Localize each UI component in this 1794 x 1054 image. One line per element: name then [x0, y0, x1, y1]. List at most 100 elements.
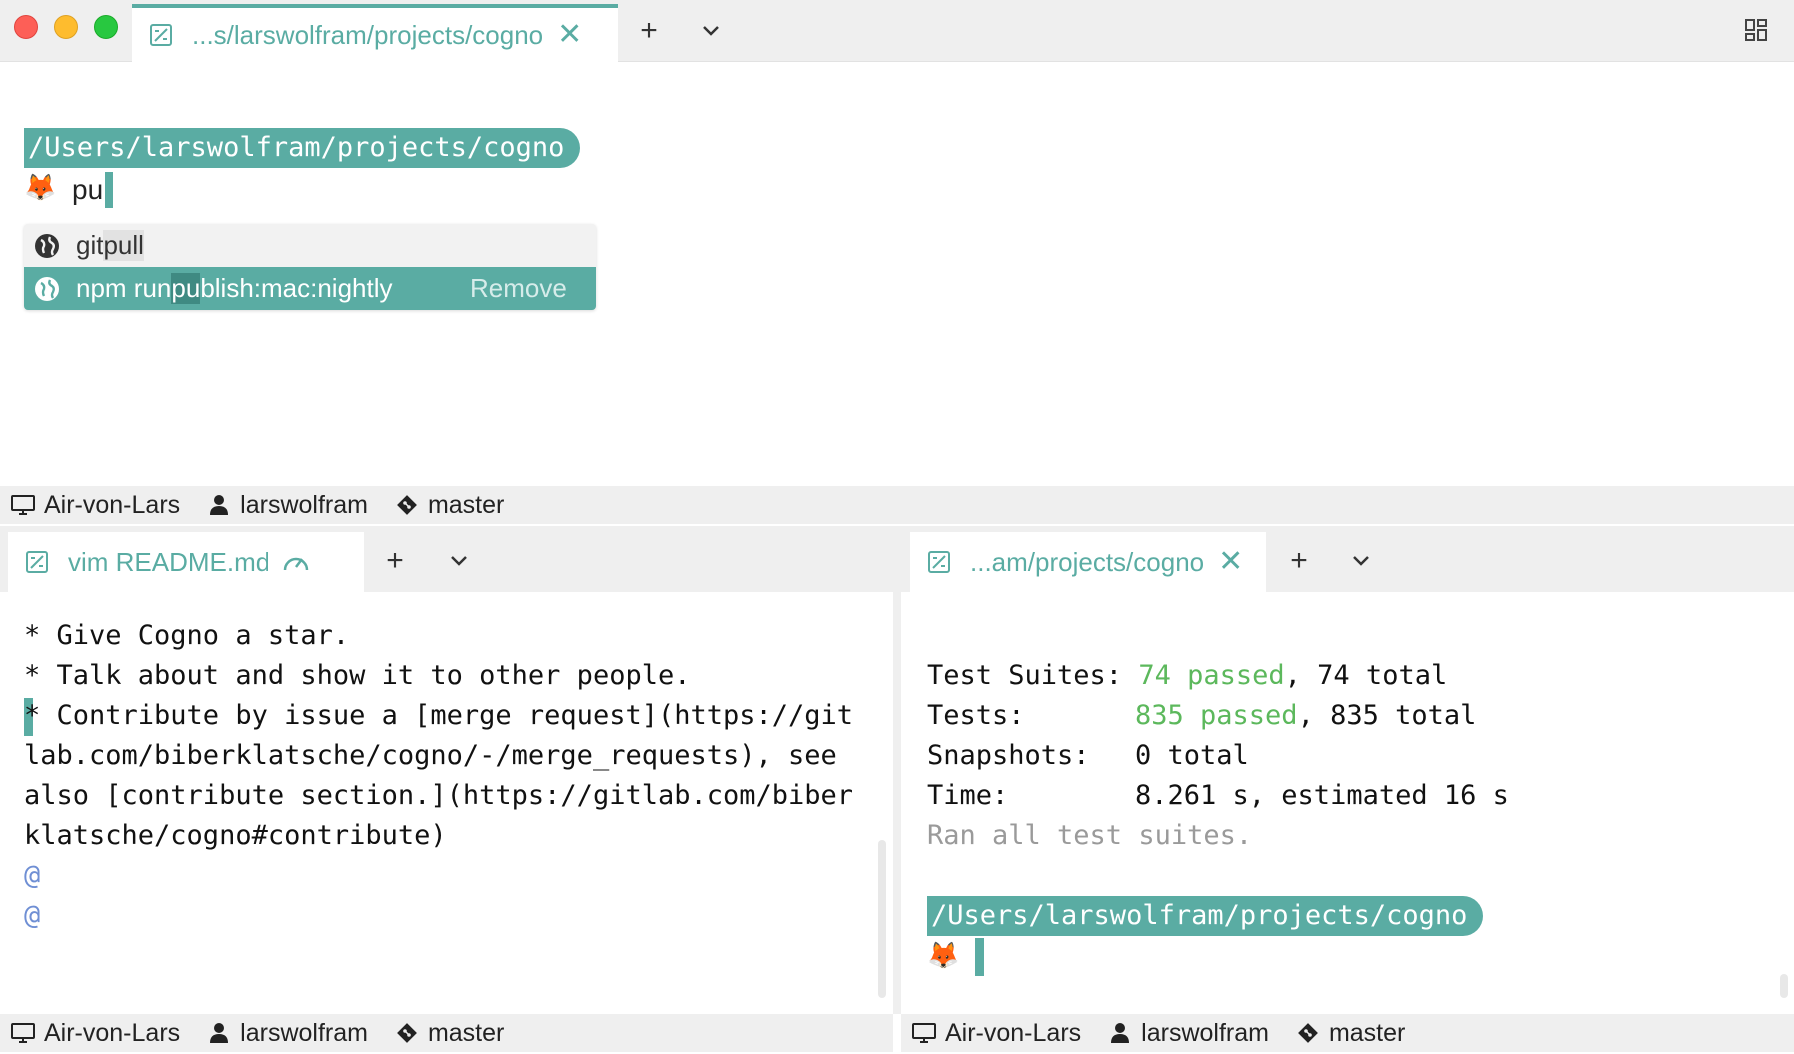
monitor-icon	[911, 1020, 937, 1046]
vim-line: * Contribute by issue a [merge request](…	[24, 700, 854, 731]
speedometer-icon	[282, 550, 310, 574]
autocomplete-list: git pu ll npm run pu blish:mac:nightly R…	[24, 224, 596, 310]
chevron-down-icon	[703, 26, 719, 36]
tab-close-icon[interactable]: ✕	[557, 20, 582, 50]
left-pane-scrollbar[interactable]	[878, 840, 886, 998]
user-label: larswolfram	[1141, 1018, 1269, 1047]
suggestion-suffix: ll	[132, 230, 144, 261]
zoom-window-button[interactable]	[94, 15, 118, 39]
grid-icon	[1745, 19, 1767, 41]
terminal-tab-icon	[926, 549, 952, 575]
autocomplete-item[interactable]: git pu ll	[24, 224, 596, 267]
add-tab-button[interactable]: +	[634, 16, 664, 46]
command-input[interactable]: pu	[72, 172, 114, 208]
prompt-emoji: 🦊	[24, 172, 57, 202]
tab-close-icon[interactable]: ✕	[1218, 547, 1243, 577]
status-user: larswolfram	[206, 491, 368, 520]
autocomplete-item-selected[interactable]: npm run pu blish:mac:nightly Remove	[24, 267, 596, 310]
status-host: Air-von-Lars	[911, 1019, 1081, 1048]
globe-icon	[32, 274, 62, 304]
label: Test Suites:	[927, 660, 1123, 691]
close-window-button[interactable]	[14, 15, 38, 39]
git-branch-icon	[394, 1020, 420, 1046]
pane-divider[interactable]	[893, 528, 901, 1014]
minimize-window-button[interactable]	[54, 15, 78, 39]
prompt-emoji: 🦊	[927, 940, 960, 970]
add-tab-button[interactable]: +	[380, 546, 410, 576]
tab-label: vim README.md [c...	[68, 546, 268, 577]
add-tab-button[interactable]: +	[1284, 546, 1314, 576]
host-label: Air-von-Lars	[44, 490, 181, 519]
suggestion-match: pu	[171, 273, 201, 304]
prompt-path: /Users/larswolfram/projects/cogno	[24, 128, 581, 168]
status-bar-right: Air-von-Lars larswolfram master	[901, 1014, 1794, 1052]
status-branch: master	[394, 491, 504, 520]
tab-label: ...s/larswolfram/projects/cogno	[192, 19, 544, 50]
time-line: Time: 8.261 s, estimated 16 s	[927, 780, 1509, 811]
chevron-down-icon	[1353, 556, 1369, 566]
terminal-window: ...s/larswolfram/projects/cogno ✕ + /Use…	[0, 0, 1794, 1054]
tests-line: Tests: 835 passed, 835 total	[927, 700, 1476, 731]
vim-line: * Give Cogno a star.	[24, 620, 350, 651]
cursor	[105, 172, 114, 208]
git-branch-icon	[394, 492, 420, 518]
prompt-path: /Users/larswolfram/projects/cogno	[927, 896, 1484, 936]
status-bar-left: Air-von-Lars larswolfram master	[0, 1014, 893, 1052]
tab-right-terminal[interactable]: ...am/projects/cogno ✕	[910, 532, 1266, 592]
monitor-icon	[10, 492, 36, 518]
vim-line: lab.com/biberklatsche/cogno/-/merge_requ…	[24, 740, 837, 771]
status-host: Air-von-Lars	[10, 1019, 180, 1048]
vim-line: klatsche/cogno#contribute)	[24, 820, 447, 851]
vim-line: also [contribute section.](https://gitla…	[24, 780, 854, 811]
status-user: larswolfram	[206, 1019, 368, 1048]
label: Tests:	[927, 700, 1025, 731]
remove-suggestion-button[interactable]: Remove	[470, 273, 567, 304]
suggestion-prefix: npm run	[76, 273, 172, 303]
snapshots-line: Snapshots: 0 total	[927, 740, 1249, 771]
chevron-down-icon	[451, 556, 467, 566]
value: 0 total	[1135, 740, 1249, 771]
total-count: , 74 total	[1284, 660, 1448, 691]
vim-filler-line: @	[24, 900, 41, 931]
user-label: larswolfram	[240, 490, 368, 519]
value: 8.261 s, estimated 16 s	[1135, 780, 1509, 811]
terminal-tab-icon	[148, 22, 174, 48]
user-icon	[1107, 1020, 1133, 1046]
suggestion-match: pu	[103, 230, 133, 261]
cursor[interactable]	[975, 938, 984, 976]
ran-all-line: Ran all test suites.	[927, 820, 1253, 851]
branch-label: master	[427, 490, 505, 519]
command-input-text: pu	[72, 174, 104, 205]
tab-dropdown-button[interactable]	[1346, 546, 1376, 576]
tab-dropdown-button[interactable]	[444, 546, 474, 576]
globe-icon	[32, 231, 62, 261]
vim-line: * Talk about and show it to other people…	[24, 660, 691, 691]
tab-dropdown-button[interactable]	[696, 16, 726, 46]
total-count: , 835 total	[1297, 700, 1477, 731]
branch-label: master	[1328, 1018, 1406, 1047]
host-label: Air-von-Lars	[44, 1018, 181, 1047]
suggestion-suffix: blish:mac:nightly	[200, 273, 393, 303]
right-pane-scrollbar[interactable]	[1780, 974, 1788, 998]
terminal-tab-icon	[24, 549, 50, 575]
status-host: Air-von-Lars	[10, 491, 180, 520]
status-branch: master	[394, 1019, 504, 1048]
git-branch-icon	[1295, 1020, 1321, 1046]
status-user: larswolfram	[1107, 1019, 1269, 1048]
status-bar-top: Air-von-Lars larswolfram master	[0, 486, 1794, 524]
tab-top-terminal[interactable]: ...s/larswolfram/projects/cogno ✕	[132, 4, 618, 62]
user-icon	[206, 492, 232, 518]
label: Time:	[927, 780, 1009, 811]
user-icon	[206, 1020, 232, 1046]
vim-filler-line: @	[24, 860, 41, 891]
branch-label: master	[427, 1018, 505, 1047]
label: Snapshots:	[927, 740, 1090, 771]
status-branch: master	[1295, 1019, 1405, 1048]
tab-left-vim[interactable]: vim README.md [c...	[8, 532, 364, 592]
title-bar: ...s/larswolfram/projects/cogno ✕ +	[0, 0, 1794, 62]
host-label: Air-von-Lars	[945, 1018, 1082, 1047]
test-suites-line: Test Suites: 74 passed, 74 total	[927, 660, 1447, 691]
suggestion-prefix: git	[76, 230, 104, 260]
tab-label: ...am/projects/cogno	[970, 546, 1205, 577]
layout-grid-button[interactable]	[1742, 16, 1770, 44]
